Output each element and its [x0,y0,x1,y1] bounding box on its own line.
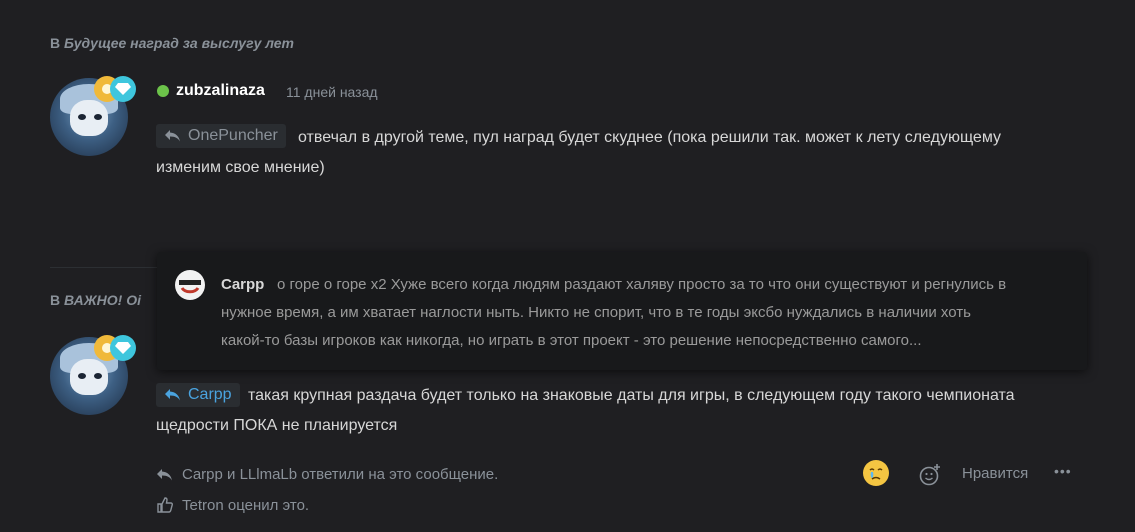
context-thread-link[interactable]: Будущее наград за выслугу лет [64,35,294,51]
context-prefix: В [50,35,61,51]
more-options-button[interactable]: ••• [1054,463,1072,479]
crying-face-icon[interactable] [863,460,889,486]
popover-text-line-2: нужное время, а им хватает наглости ныть… [221,304,971,321]
reply-arrow-icon [165,389,180,401]
post-username[interactable]: zubzalinaza [176,82,265,100]
reply-arrow-icon [165,130,180,142]
online-status-icon [157,85,169,97]
reply-arrow-icon [157,468,172,480]
popover-author[interactable]: Carpp [221,276,264,293]
post-text-line-1: отвечал в другой теме, пул наград будет … [298,129,1001,146]
popover-text-line-3: какой-то базы игроков как никогда, но иг… [221,332,922,349]
post-text-line-2: изменим свое мнение) [156,159,325,176]
post-text-line-2: щедрости ПОКА не планируется [156,417,398,434]
popover-avatar[interactable] [175,270,205,300]
thumbs-up-icon [157,497,173,513]
likes-text[interactable]: Tetron оценил это. [182,497,309,514]
replies-text[interactable]: Carpp и LLlmaLb ответили на это сообщени… [182,466,498,483]
diamond-badge-icon [110,335,136,361]
context-thread-link[interactable]: ВАЖНО! Оі [64,292,141,308]
post-text-line-1: такая крупная раздача будет только на зн… [248,387,1015,404]
quote-preview-popover: Carpp о горе о горе x2 Хуже всего когда … [157,252,1087,370]
add-emoji-icon[interactable] [918,463,942,492]
reply-to-name: OnePuncher [188,127,278,144]
context-prefix: В [50,292,61,308]
reply-to-button[interactable]: Carpp [156,383,240,407]
popover-text-line-1: о горе о горе x2 Хуже всего когда людям … [277,276,1007,293]
reply-to-name: Carpp [188,386,232,403]
diamond-badge-icon [110,76,136,102]
reply-to-button[interactable]: OnePuncher [156,124,286,148]
post-timestamp[interactable]: 11 дней назад [286,84,378,100]
replies-summary[interactable]: Carpp и LLlmaLb ответили на это сообщени… [156,466,498,483]
thread-context-1[interactable]: В Будущее наград за выслугу лет [50,35,294,51]
likes-summary[interactable]: Tetron оценил это. [156,496,309,514]
like-button[interactable]: Нравится [962,465,1028,482]
thread-context-2[interactable]: В ВАЖНО! Оі [50,292,141,308]
